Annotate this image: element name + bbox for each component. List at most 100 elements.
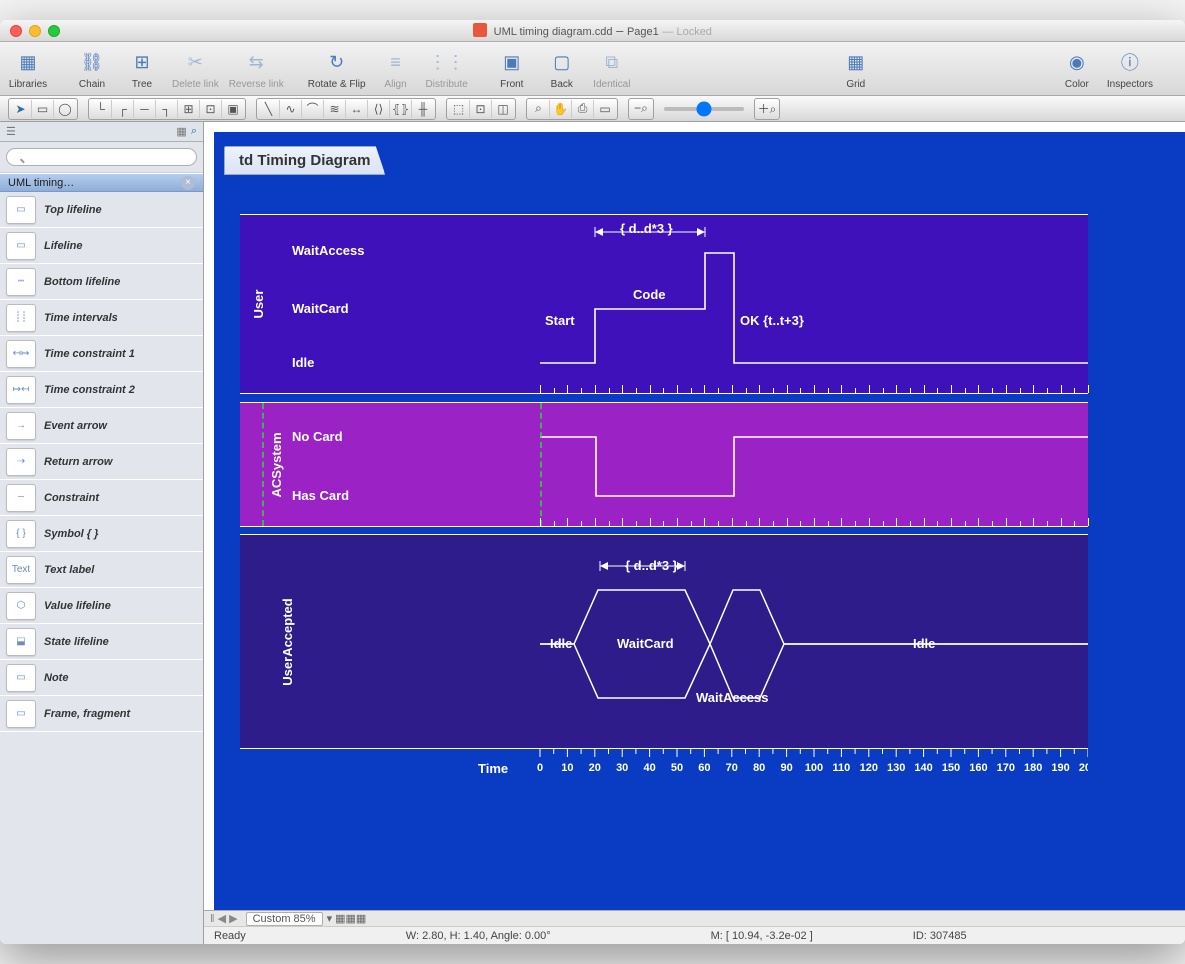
library-item-label: Constraint	[44, 492, 99, 504]
svg-text:150: 150	[942, 762, 960, 774]
library-item-label: Time constraint 1	[44, 348, 135, 360]
lifeline-acsystem[interactable]: ACSystem No Card Has Card	[240, 402, 1088, 527]
toolbar-libraries-button[interactable]: ▦Libraries	[8, 47, 48, 90]
toolbar-tree-button[interactable]: ⊞Tree	[122, 47, 162, 90]
print-icon[interactable]: ⎙	[572, 100, 594, 118]
library-title: UML timing…	[8, 177, 74, 189]
library-item[interactable]: ▭Top lifeline	[0, 192, 203, 228]
library-item[interactable]: ▭Frame, fragment	[0, 696, 203, 732]
toolbar-icon: ▢	[547, 47, 577, 77]
connector2-tool-icon[interactable]: ┌	[112, 100, 134, 118]
connector-tool-icon[interactable]: └	[90, 100, 112, 118]
lifeline-useraccepted[interactable]: UserAccepted { d..d*3 } Idle	[240, 534, 1088, 749]
search-input[interactable]	[6, 148, 197, 166]
status-id: ID: 307485	[913, 930, 967, 942]
library-item-icon: ⇢	[6, 448, 36, 476]
library-item[interactable]: ┊┊Time intervals	[0, 300, 203, 336]
library-item[interactable]: ↦↤Time constraint 2	[0, 372, 203, 408]
pan-icon[interactable]: ✋	[550, 100, 572, 118]
library-item[interactable]: ⇢ Return arrow	[0, 444, 203, 480]
svg-text:160: 160	[969, 762, 987, 774]
canvas[interactable]: td Timing Diagram User WaitAccess WaitCa…	[204, 122, 1185, 910]
main-toolbar: ▦Libraries ⛓Chain⊞Tree✂Delete link⇆Revers…	[0, 42, 1185, 96]
secondary-toolbar: ➤ ▭ ◯ └ ┌ ─ ┐ ⊞ ⊡ ▣ ╲ ∿ ⌒ ≋ ↔ ⟨⟩ ⦃⦄ ╫ ⬚ …	[0, 96, 1185, 122]
pointer-tool-icon[interactable]: ➤	[10, 100, 32, 118]
lifeline-user[interactable]: User WaitAccess WaitCard Idle { d..d	[240, 214, 1088, 394]
draw-tools-group: ➤ ▭ ◯	[8, 98, 78, 120]
zoom-display[interactable]: Custom 85%	[246, 912, 323, 926]
toolbar-back-button[interactable]: ▢ Back	[542, 47, 582, 90]
toolbar-label: Back	[551, 79, 573, 90]
connector5-tool-icon[interactable]: ⊞	[178, 100, 200, 118]
library-item[interactable]: ⬡Value lifeline	[0, 588, 203, 624]
toolbar-chain-button[interactable]: ⛓Chain	[72, 47, 112, 90]
svg-text:190: 190	[1051, 762, 1069, 774]
library-item[interactable]: ▭Lifeline	[0, 228, 203, 264]
dim-tool-icon[interactable]: ╫	[412, 100, 434, 118]
ellipse-tool-icon[interactable]: ◯	[54, 100, 76, 118]
library-item-label: Top lifeline	[44, 204, 102, 216]
svg-text:30: 30	[616, 762, 628, 774]
dashed-guide	[540, 403, 542, 526]
svg-text:100: 100	[805, 762, 823, 774]
library-item-label: Frame, fragment	[44, 708, 130, 720]
connector4-tool-icon[interactable]: ┐	[156, 100, 178, 118]
library-item[interactable]: TextText label	[0, 552, 203, 588]
library-item-icon: ⬡	[6, 592, 36, 620]
connector6-tool-icon[interactable]: ⊡	[200, 100, 222, 118]
library-item-icon: ┉	[6, 268, 36, 296]
toolbar-icon: ▦	[13, 47, 43, 77]
svg-text:200: 200	[1079, 762, 1088, 774]
library-item[interactable]: →Event arrow	[0, 408, 203, 444]
svg-text:180: 180	[1024, 762, 1042, 774]
sidebar-tabs[interactable]: ☰ ▦ ⌕	[0, 122, 203, 142]
library-close-icon[interactable]: ×	[181, 176, 195, 190]
line-tool-icon[interactable]: ╲	[258, 100, 280, 118]
library-item[interactable]: ⬓State lifeline	[0, 624, 203, 660]
group-tool-icon[interactable]: ⬚	[448, 100, 470, 118]
library-item[interactable]: ▭Note	[0, 660, 203, 696]
toolbar-rotate-flip-button[interactable]: ↻Rotate & Flip	[308, 47, 366, 90]
svg-text:140: 140	[914, 762, 932, 774]
value-state-label: Idle	[913, 636, 935, 651]
zoom-in-icon[interactable]: ＋⌕	[756, 100, 778, 118]
library-item-label: Event arrow	[44, 420, 107, 432]
arc-tool-icon[interactable]: ⌒	[302, 100, 324, 118]
arrow-tool-icon[interactable]: ↔	[346, 100, 368, 118]
view-list-icon[interactable]: ☰	[6, 125, 16, 138]
library-item-label: Time intervals	[44, 312, 118, 324]
sidebar: ☰ ▦ ⌕ UML timing… × ▭Top lifeline▭Lifeli…	[0, 122, 204, 944]
library-item[interactable]: { }Symbol { }	[0, 516, 203, 552]
toolbar-delete-link-button: ✂Delete link	[172, 47, 219, 90]
magnifier-icon[interactable]: ⌕	[528, 100, 550, 118]
toolbar-icon: ⇆	[241, 47, 271, 77]
spline-tool-icon[interactable]: ≋	[324, 100, 346, 118]
toolbar-front-button[interactable]: ▣Front	[492, 47, 532, 90]
toolbar-color-button[interactable]: ◉Color	[1057, 47, 1097, 90]
zoom-slider[interactable]	[664, 107, 744, 111]
brace-tool-icon[interactable]: ⦃⦄	[390, 100, 412, 118]
library-header[interactable]: UML timing… ×	[0, 173, 203, 192]
page-icon[interactable]: ▭	[594, 100, 616, 118]
toolbar-inspectors-button[interactable]: ⓘInspectors	[1107, 47, 1153, 90]
zoom-out-icon[interactable]: −⌕	[630, 100, 652, 118]
ungroup-tool-icon[interactable]: ⊡	[470, 100, 492, 118]
library-item[interactable]: ┄Constraint	[0, 480, 203, 516]
connector7-tool-icon[interactable]: ▣	[222, 100, 244, 118]
search-toggle-icon[interactable]: ⌕	[191, 125, 197, 138]
rect-tool-icon[interactable]: ▭	[32, 100, 54, 118]
toolbar-icon: ↻	[322, 47, 352, 77]
connector3-tool-icon[interactable]: ─	[134, 100, 156, 118]
container-tool-icon[interactable]: ◫	[492, 100, 514, 118]
toolbar-label: Align	[384, 79, 406, 90]
view-grid-icon[interactable]: ▦	[176, 125, 186, 138]
library-item[interactable]: ↤↦Time constraint 1	[0, 336, 203, 372]
toolbar-reverse-link-button: ⇆Reverse link	[229, 47, 284, 90]
locked-label: Locked	[676, 26, 711, 38]
library-item[interactable]: ┉Bottom lifeline	[0, 264, 203, 300]
bracket-tool-icon[interactable]: ⟨⟩	[368, 100, 390, 118]
curve-tool-icon[interactable]: ∿	[280, 100, 302, 118]
toolbar-grid-button[interactable]: ▦Grid	[836, 47, 876, 90]
library-item-label: Return arrow	[44, 456, 112, 468]
toolbar-icon: ⧉	[597, 47, 627, 77]
